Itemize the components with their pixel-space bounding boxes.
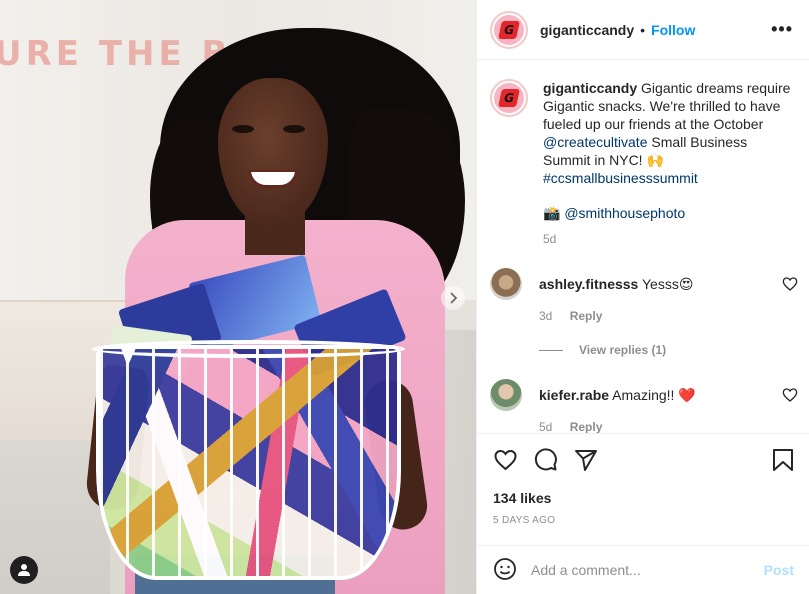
bookmark-icon[interactable] [772, 448, 794, 472]
comment-username[interactable]: ashley.fitnesss [539, 276, 638, 292]
caption: G giganticcandy Gigantic dreams require … [490, 79, 798, 187]
post-button[interactable]: Post [764, 562, 794, 578]
emoji-icon[interactable] [493, 557, 517, 584]
brand-logo-icon: G [498, 89, 520, 107]
comment-text: kiefer.rabe Amazing!! ❤️ [539, 387, 782, 404]
comment-icon[interactable] [534, 448, 558, 472]
header-username[interactable]: giganticcandy [540, 22, 634, 38]
post-sidebar: G giganticcandy • Follow ••• G giganticc… [476, 0, 809, 594]
candy-basket [96, 345, 401, 580]
next-arrow-icon[interactable] [441, 286, 465, 310]
post-actions: 134 likes 5 DAYS AGO [477, 433, 809, 526]
caption-mention[interactable]: @createcultivate [543, 134, 647, 150]
avatar-inner: G [494, 14, 524, 45]
comment-username[interactable]: kiefer.rabe [539, 387, 609, 403]
like-comment-heart-icon[interactable] [782, 387, 798, 403]
follow-button[interactable]: Follow [651, 22, 695, 38]
camera-icon: 📸 [543, 205, 561, 221]
post-timestamp: 5 DAYS AGO [493, 515, 556, 526]
caption-text: giganticcandy Gigantic dreams require Gi… [543, 79, 798, 187]
comment-text: ashley.fitnesss Yesss😍 [539, 276, 782, 293]
brand-logo-icon: G [498, 20, 520, 39]
view-replies-label: View replies (1) [579, 343, 667, 357]
like-comment-heart-icon[interactable] [782, 276, 798, 292]
comment-meta: 3d Reply [539, 309, 798, 323]
more-icon[interactable]: ••• [771, 19, 793, 40]
caption-age: 5d [543, 232, 557, 246]
comments-list[interactable]: G giganticcandy Gigantic dreams require … [477, 61, 809, 433]
person-eye-right [283, 125, 305, 133]
avatar[interactable] [490, 268, 522, 300]
basket-wires [96, 345, 401, 580]
comment-age: 3d [539, 309, 553, 323]
avatar[interactable] [490, 379, 522, 411]
person-eye-left [232, 125, 254, 133]
separator-dot: • [640, 21, 646, 38]
heart-icon[interactable] [493, 448, 518, 472]
post-header: G giganticcandy • Follow ••• [477, 0, 809, 60]
comment-age: 5d [539, 420, 553, 433]
comment-meta: 5d Reply [539, 420, 798, 433]
share-icon[interactable] [574, 448, 598, 472]
action-icons [493, 446, 794, 474]
photo-credit: 📸 @smithhousephoto [543, 205, 798, 222]
list-item: ashley.fitnesss Yesss😍 [490, 268, 798, 300]
avatar[interactable]: G [490, 79, 528, 117]
avatar-inner: G [494, 83, 524, 113]
like-count[interactable]: 134 likes [493, 490, 794, 506]
post-photo[interactable]: URE THE BA [0, 0, 476, 594]
avatar[interactable]: G [490, 10, 528, 49]
tag-user-icon[interactable] [10, 556, 38, 584]
comment-body: Amazing!! ❤️ [609, 386, 696, 403]
basket-rim [92, 340, 405, 358]
comment-input[interactable] [531, 562, 764, 578]
comment-box: Post [477, 545, 809, 594]
instagram-post-modal: URE THE BA G giganticcandy • Follow ••• … [0, 0, 809, 594]
photo-credit-mention[interactable]: @smithhousephoto [564, 205, 685, 221]
caption-username[interactable]: giganticcandy [543, 80, 637, 96]
reply-button[interactable]: Reply [570, 420, 603, 433]
view-replies-button[interactable]: View replies (1) [539, 343, 798, 357]
reply-button[interactable]: Reply [570, 309, 603, 323]
replies-line [539, 349, 563, 351]
list-item: kiefer.rabe Amazing!! ❤️ [490, 379, 798, 411]
caption-hashtag[interactable]: #ccsmallbusinesssummit [543, 170, 698, 186]
comment-body: Yesss😍 [638, 275, 694, 292]
